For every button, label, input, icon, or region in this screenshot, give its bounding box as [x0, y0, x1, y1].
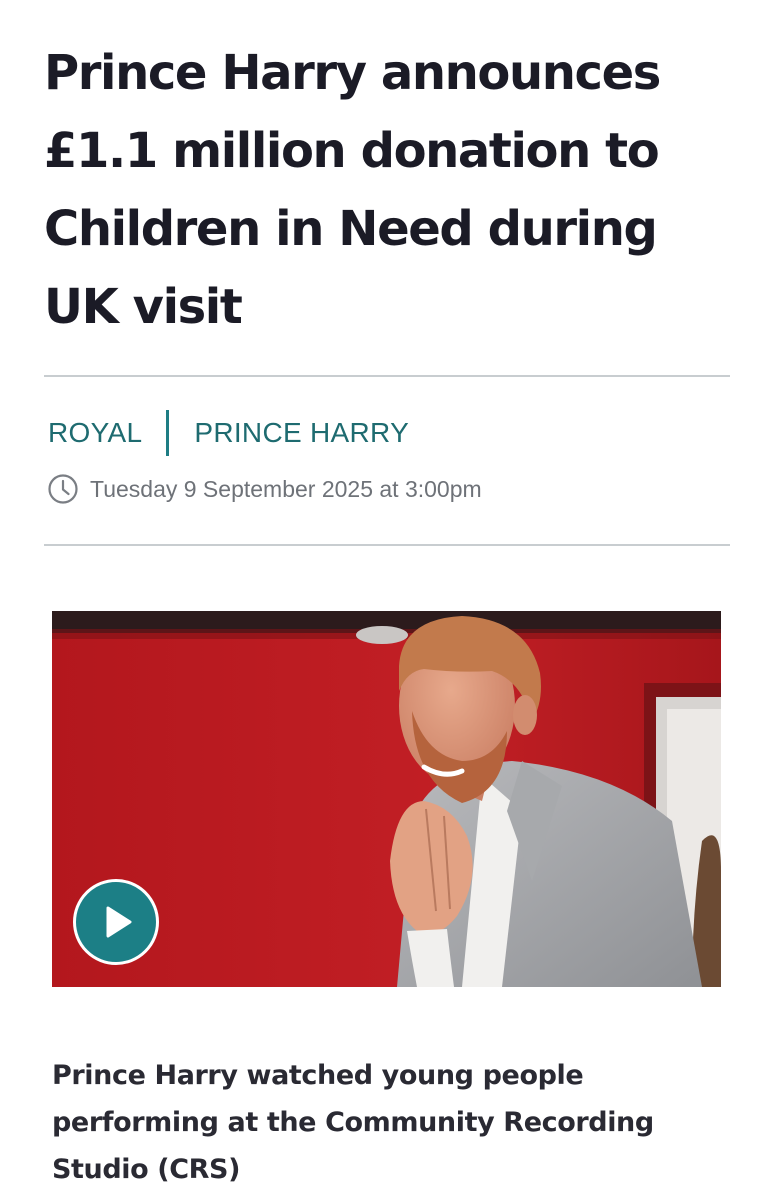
play-button[interactable]: [73, 879, 159, 965]
bottom-divider: [44, 544, 730, 546]
image-caption: Prince Harry watched young people perfor…: [52, 1060, 654, 1185]
play-icon: [106, 906, 132, 938]
video-player[interactable]: [52, 611, 721, 987]
tag-separator: [166, 410, 170, 456]
publish-timestamp: Tuesday 9 September 2025 at 3:00pm: [47, 472, 482, 506]
article-headline: Prince Harry announces £1.1 million dona…: [44, 45, 661, 335]
clock-icon: [47, 473, 79, 505]
tag-list: ROYAL PRINCE HARRY: [48, 410, 409, 456]
top-divider: [44, 375, 730, 377]
timestamp-text: Tuesday 9 September 2025 at 3:00pm: [90, 475, 482, 502]
tag-royal-link[interactable]: ROYAL: [48, 417, 142, 449]
tag-prince-harry-link[interactable]: PRINCE HARRY: [194, 417, 409, 449]
